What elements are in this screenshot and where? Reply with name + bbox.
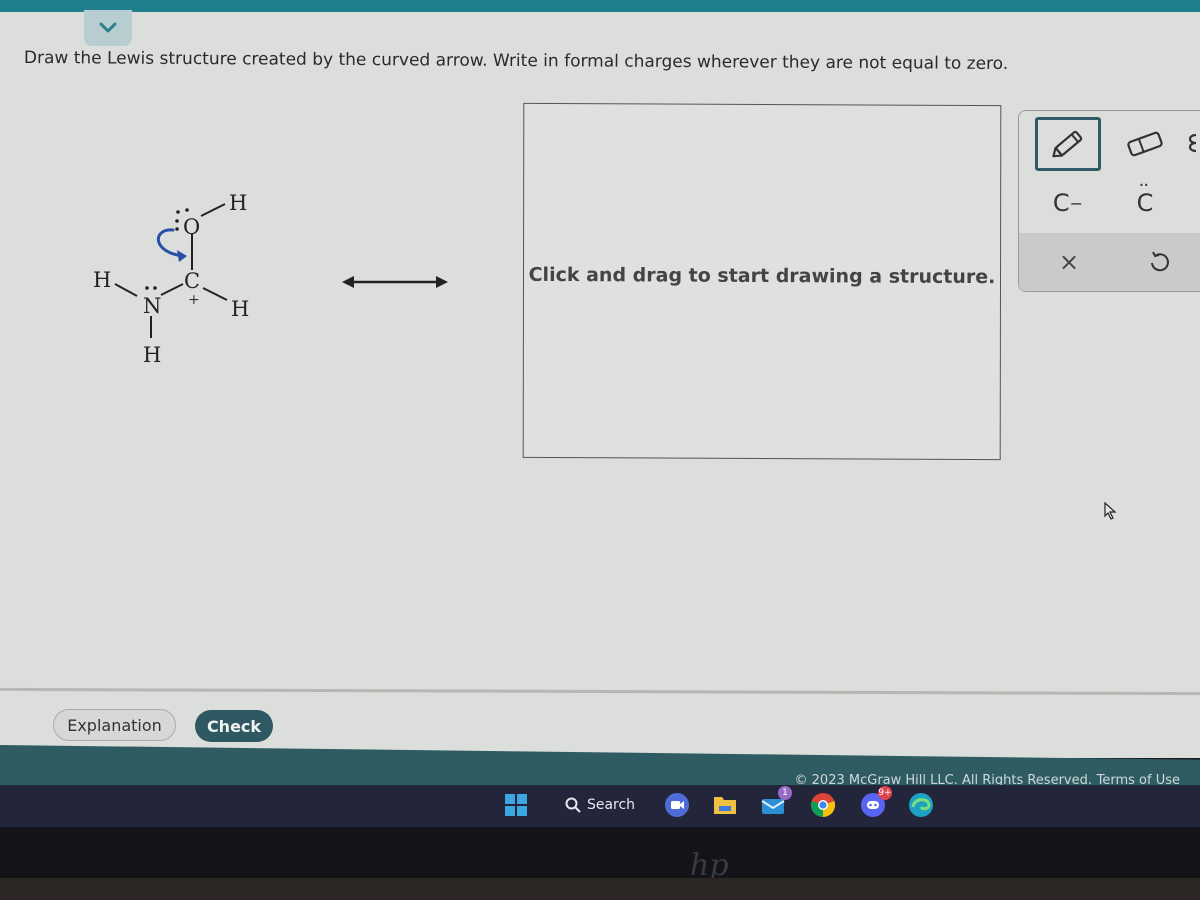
undo-button[interactable]: [1129, 239, 1189, 285]
start-button[interactable]: [502, 790, 530, 820]
lone-pair-dots: ··: [1138, 175, 1150, 196]
more-tools-button[interactable]: [1179, 119, 1200, 169]
atom-h-on-nitrogen-bottom: H: [143, 343, 161, 367]
search-icon: [565, 797, 581, 813]
desk-surface: [0, 878, 1200, 900]
taskbar-app-discord[interactable]: 9+: [858, 786, 892, 820]
atom-oxygen: O: [183, 215, 200, 239]
pencil-tool-button[interactable]: [1035, 117, 1101, 171]
charge-tool-sup: −: [1069, 193, 1084, 213]
pencil-icon: [1052, 130, 1083, 158]
double-headed-arrow-icon: [342, 276, 448, 288]
bond-n-h-left: [114, 283, 138, 297]
eraser-tool-button[interactable]: [1115, 119, 1175, 169]
taskbar-app-meet[interactable]: [662, 790, 692, 820]
folder-icon: [714, 797, 736, 814]
close-icon: ×: [1058, 248, 1080, 276]
video-call-icon: [665, 793, 689, 817]
reactant-structure: O H C + H N H H: [70, 170, 300, 380]
atom-h-on-nitrogen-left: H: [93, 268, 111, 292]
taskbar-app-mail[interactable]: 1: [758, 786, 792, 820]
clear-button[interactable]: ×: [1039, 239, 1099, 285]
chrome-icon: [810, 793, 836, 818]
taskbar-search[interactable]: Search: [560, 790, 640, 820]
windows-icon: [505, 794, 527, 816]
check-button[interactable]: Check: [195, 710, 273, 742]
atom-h-on-carbon: H: [231, 297, 249, 321]
lone-pair-tool-button[interactable]: ·· C: [1115, 175, 1175, 225]
chevron-down-icon: [99, 22, 117, 33]
taskbar-app-edge[interactable]: [906, 790, 936, 820]
formal-charge-carbon: +: [188, 292, 200, 308]
discord-badge: 9+: [878, 786, 892, 800]
nitrogen-lone-pair: [145, 286, 157, 290]
bond-n-c: [160, 283, 184, 296]
charge-tool-label: C: [1052, 189, 1070, 217]
drawing-toolbar: C − ·· C ×: [1018, 110, 1200, 292]
screen: Draw the Lewis structure created by the …: [0, 0, 1200, 900]
search-label: Search: [586, 797, 636, 813]
taskbar-app-file-explorer[interactable]: [710, 790, 740, 820]
taskbar-app-chrome[interactable]: [808, 790, 838, 820]
undo-icon: [1151, 251, 1169, 272]
atom-nitrogen: N: [143, 294, 161, 318]
edge-icon: [909, 793, 933, 817]
collapse-tab[interactable]: [84, 10, 132, 46]
mail-badge: 1: [778, 786, 792, 800]
more-icon: [1188, 133, 1197, 153]
charge-tool-button[interactable]: C −: [1035, 181, 1101, 225]
bond-c-h: [202, 287, 228, 301]
atom-carbon: C: [184, 269, 200, 293]
eraser-icon: [1127, 131, 1163, 157]
toolbar-bottom: ×: [1019, 233, 1200, 291]
drawing-canvas[interactable]: Click and drag to start drawing a struct…: [522, 102, 1002, 461]
explanation-button[interactable]: Explanation: [53, 709, 176, 741]
bond-o-h: [200, 203, 226, 217]
top-bar: [0, 0, 1200, 12]
atom-h-on-oxygen: H: [229, 191, 247, 215]
mouse-cursor-icon: [1104, 502, 1117, 520]
canvas-hint: Click and drag to start drawing a struct…: [528, 263, 996, 289]
